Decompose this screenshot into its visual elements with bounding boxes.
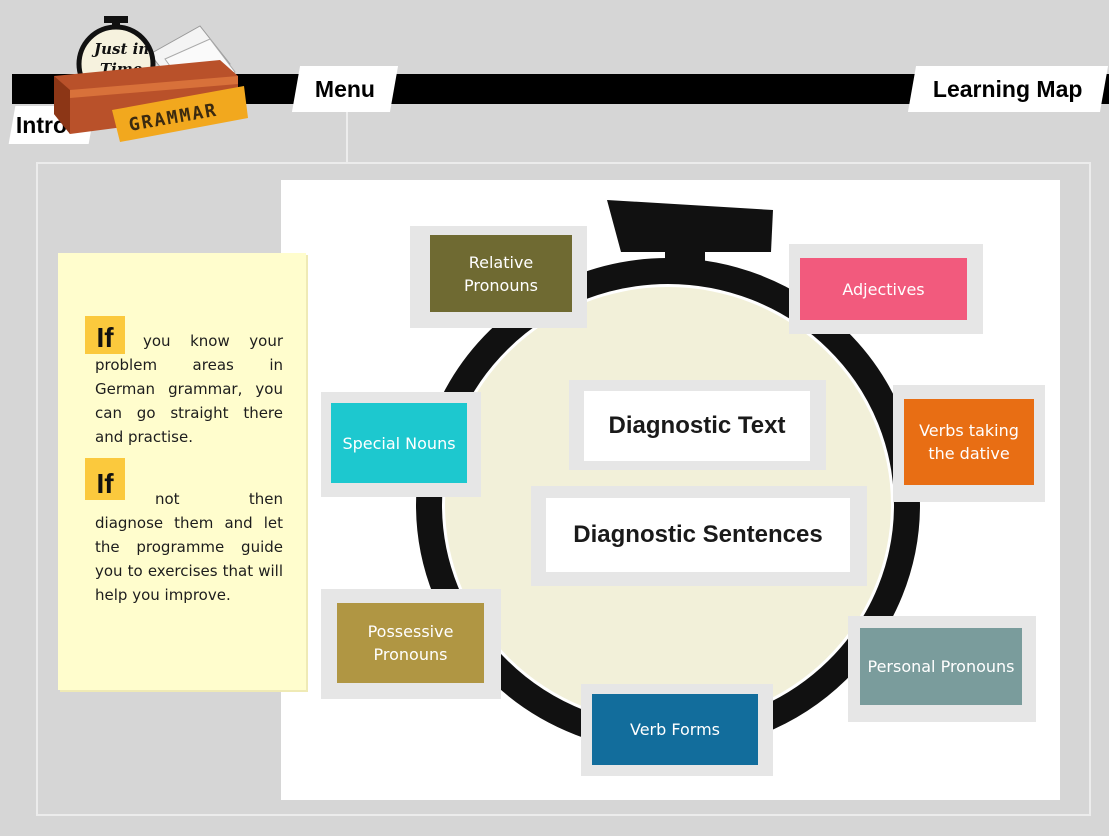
menu-connector-line [346,112,348,162]
learning-map-tab[interactable]: Learning Map [907,66,1109,112]
menu-tab[interactable]: Menu [291,66,399,112]
note-paragraph-2: not then diagnose them and let the progr… [95,490,283,604]
just-in-time-grammar-logo: Just in Time GRAMMAR [54,16,248,142]
stopwatch-top-button [607,200,773,252]
stopwatch-stem [665,250,705,276]
diagnostic-sentences-button[interactable]: Diagnostic Sentences [546,498,850,572]
topic-verb-forms[interactable]: Verb Forms [592,694,758,765]
topic-personal-pronouns[interactable]: Personal Pronouns [860,628,1022,705]
learning-map-tab-label: Learning Map [933,75,1083,102]
topic-special-nouns[interactable]: Special Nouns [331,403,467,483]
note-paragraph-1: you know your problem areas in German gr… [95,332,283,446]
logo-text-just-in: Just in [91,40,149,58]
diagnostic-text-button[interactable]: Diagnostic Text [584,391,810,461]
menu-tab-label: Menu [314,75,376,102]
topic-possessive-pronouns[interactable]: Possessive Pronouns [337,603,484,683]
topic-relative-pronouns[interactable]: Relative Pronouns [430,235,572,312]
instruction-note: If you know your problem areas in German… [58,253,306,690]
topic-verbs-taking-the-dative[interactable]: Verbs taking the dative [904,399,1034,485]
topic-adjectives[interactable]: Adjectives [800,258,967,320]
